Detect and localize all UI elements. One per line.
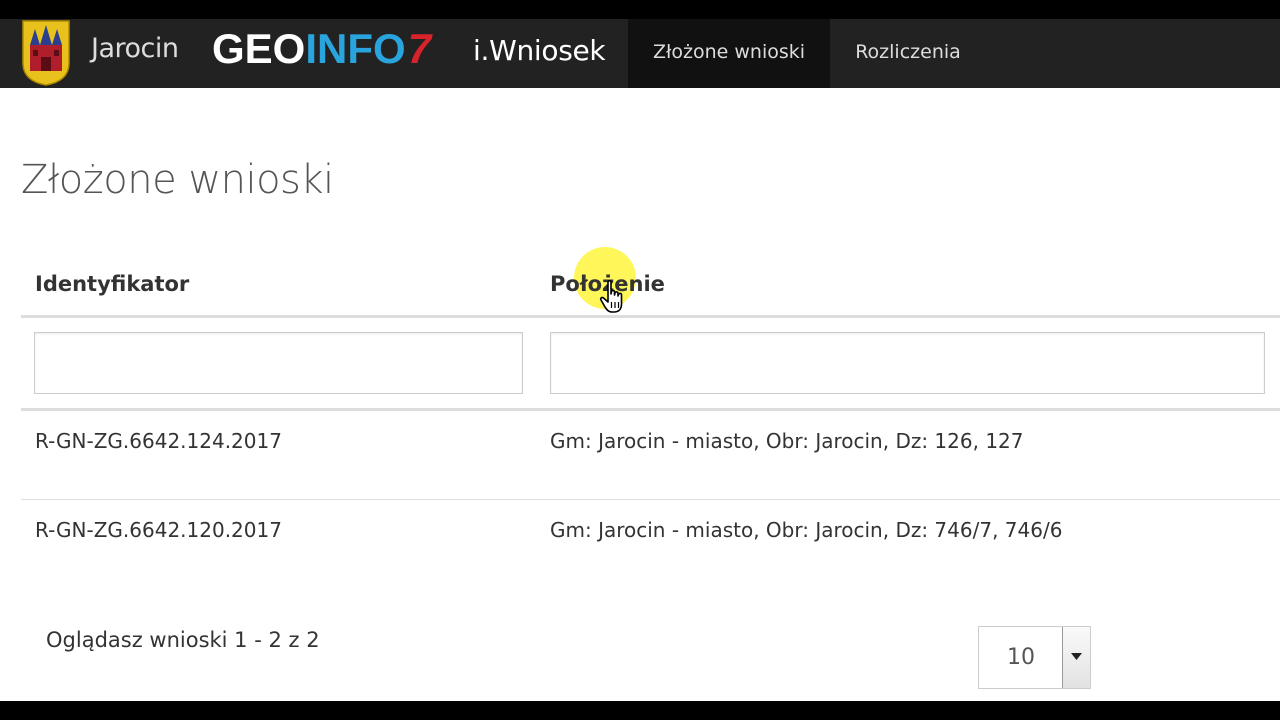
column-header-identyfikator[interactable]: Identyfikator	[35, 272, 189, 296]
header-divider	[21, 315, 1280, 318]
row-2-identyfikator[interactable]: R-GN-ZG.6642.120.2017	[35, 518, 282, 542]
filter-identyfikator-input[interactable]	[34, 332, 523, 394]
nav-rozliczenia[interactable]: Rozliczenia	[838, 19, 978, 88]
hand-pointer-icon	[599, 280, 623, 313]
navbar: Jarocin GEOINFO7 i.Wniosek Złożone wnios…	[0, 19, 1280, 88]
town-name: Jarocin	[91, 33, 179, 64]
row-1-polozenie: Gm: Jarocin - miasto, Obr: Jarocin, Dz: …	[550, 429, 1024, 453]
caret-down-icon	[1071, 653, 1082, 660]
app-name[interactable]: i.Wniosek	[473, 34, 606, 67]
nav-zlozone-wnioski[interactable]: Złożone wnioski	[628, 19, 830, 88]
row-divider	[21, 499, 1280, 500]
page-size-select[interactable]: 10	[978, 626, 1091, 689]
filter-polozenie-input[interactable]	[550, 332, 1265, 394]
row-2-polozenie: Gm: Jarocin - miasto, Obr: Jarocin, Dz: …	[550, 518, 1063, 542]
pager-info: Oglądasz wnioski 1 - 2 z 2	[46, 628, 320, 652]
row-1-identyfikator[interactable]: R-GN-ZG.6642.124.2017	[35, 429, 282, 453]
page-size-value: 10	[1007, 645, 1035, 670]
logo-info-text: INFO	[305, 25, 406, 72]
coat-of-arms-icon	[22, 20, 70, 86]
page-title: Złożone wnioski	[21, 157, 334, 203]
geoinfo-logo[interactable]: GEOINFO7	[212, 25, 431, 73]
filter-divider	[21, 408, 1280, 411]
video-frame: Jarocin GEOINFO7 i.Wniosek Złożone wnios…	[0, 0, 1280, 720]
page-size-dropdown-button[interactable]	[1062, 627, 1090, 688]
logo-seven-text: 7	[407, 25, 432, 72]
browser-viewport: Jarocin GEOINFO7 i.Wniosek Złożone wnios…	[0, 19, 1280, 701]
logo-geo-text: GEO	[212, 25, 306, 72]
